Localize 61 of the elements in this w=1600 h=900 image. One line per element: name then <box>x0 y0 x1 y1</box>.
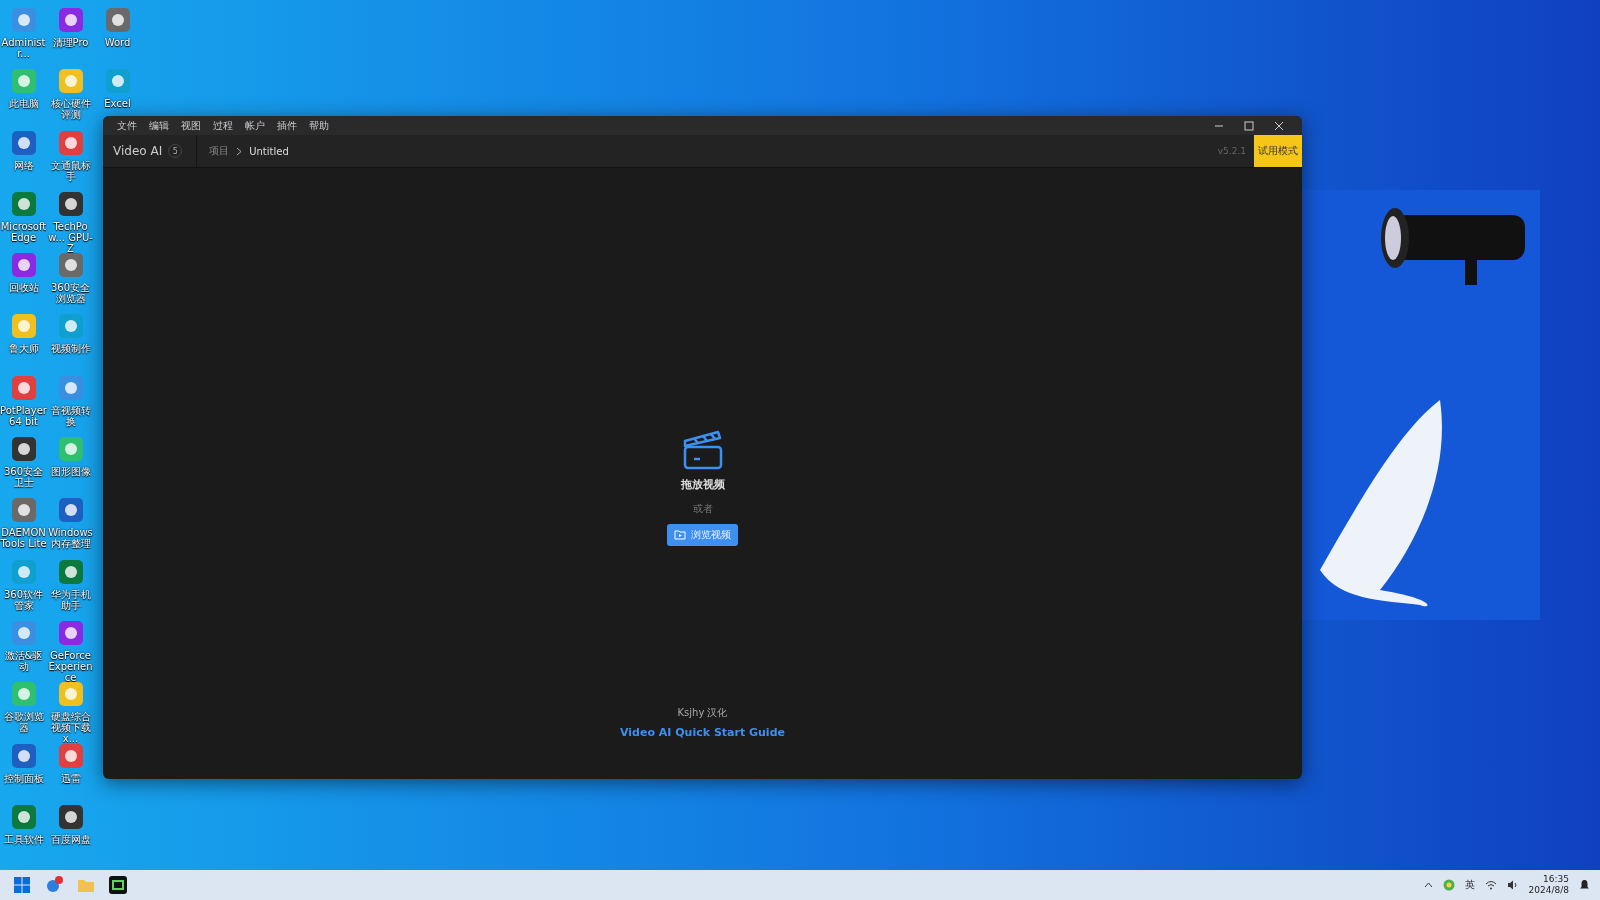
trial-mode-button[interactable]: 试用模式 <box>1254 135 1302 167</box>
clapperboard-icon <box>681 428 724 471</box>
breadcrumb-item[interactable]: 项目 <box>209 144 230 158</box>
icon-label[interactable]: 视频制作 <box>50 343 91 355</box>
icon-label[interactable]: 鲁大师 <box>8 343 39 355</box>
icon-label[interactable]: 激活&驱动 <box>0 649 47 672</box>
icon-label[interactable]: TechPow... GPU-Z <box>47 220 94 254</box>
maximize-icon <box>1244 120 1254 131</box>
input-language[interactable]: 英 <box>1464 878 1475 892</box>
browse-button[interactable]: 浏览视频 <box>667 523 738 546</box>
icon-label[interactable]: 此电脑 <box>8 98 39 110</box>
icon-label[interactable]: Microsoft Edge <box>0 220 47 243</box>
menu-item[interactable]: 帮助 <box>303 118 335 133</box>
icon-label[interactable]: 音视频转换 <box>47 404 94 427</box>
menu-item[interactable]: 过程 <box>207 118 239 133</box>
caret-up-icon[interactable] <box>1423 882 1433 888</box>
icon-label[interactable]: Windows内存整理 <box>47 527 94 550</box>
icon-label[interactable]: 控制面板 <box>3 772 44 784</box>
icon-label[interactable]: 文通鼠标手 <box>47 159 94 182</box>
icon-label[interactable]: 回收站 <box>8 282 39 294</box>
icon-label[interactable]: PotPlayer 64 bit <box>0 404 47 427</box>
version-label: v5.2.1 <box>1217 146 1246 156</box>
date-text: 2024/8/8 <box>1528 885 1569 896</box>
breadcrumb-item[interactable]: Untitled <box>249 145 289 157</box>
icon-label[interactable]: 图形图像 <box>50 466 91 478</box>
clock[interactable]: 16:35 2024/8/8 <box>1528 874 1569 896</box>
icon-label[interactable]: 网络 <box>13 159 34 171</box>
taskbar-app-icon[interactable] <box>106 873 130 897</box>
icon-label[interactable]: 360安全浏览器 <box>47 282 94 305</box>
icon-label[interactable]: 清理Pro <box>52 37 89 48</box>
icon-label[interactable]: 华为手机助手 <box>47 588 94 611</box>
icon-label[interactable]: 百度网盘 <box>50 833 91 845</box>
icon-label[interactable]: DAEMON Tools Lite <box>0 527 47 550</box>
icon-label[interactable]: Word <box>104 37 131 48</box>
folder-icon <box>674 529 686 540</box>
icon-label[interactable]: 硬盘综合视频下载x... <box>47 711 94 745</box>
menu-item[interactable]: 编辑 <box>143 118 175 133</box>
speaker-icon[interactable] <box>1506 880 1519 890</box>
icon-label[interactable]: 核心硬件评测 <box>47 98 94 121</box>
icon-label[interactable]: GeForce Experience <box>47 649 94 683</box>
time-text: 16:35 <box>1543 874 1569 885</box>
icon-label[interactable]: 360安全卫士 <box>0 466 47 489</box>
menu-item[interactable]: 文件 <box>111 118 143 133</box>
menu-item[interactable]: 视图 <box>175 118 207 133</box>
drop-title: 拖放视频 <box>680 476 725 492</box>
app-name: Video AI <box>112 144 163 158</box>
guide-link[interactable]: Video AI Quick Start Guide <box>620 726 785 739</box>
icon-label[interactable]: Excel <box>104 98 131 110</box>
icon-label[interactable]: 工具软件 <box>3 833 44 845</box>
icon-label[interactable]: 迅雷 <box>60 772 81 784</box>
or-label: 或者 <box>692 501 713 516</box>
wifi-icon[interactable] <box>1484 880 1497 890</box>
menu-item[interactable]: 帐户 <box>239 118 271 133</box>
credit-text: Ksjhy 汉化 <box>677 706 728 720</box>
chevron-icon <box>236 146 243 156</box>
icon-label[interactable]: 谷歌浏览器 <box>0 711 47 734</box>
notification-icon[interactable] <box>1579 879 1590 891</box>
menu-item[interactable]: 插件 <box>271 118 303 133</box>
icon-label[interactable]: 360软件管家 <box>0 588 47 611</box>
close-icon <box>1274 120 1284 131</box>
icon-label[interactable]: Administr... <box>0 37 47 59</box>
